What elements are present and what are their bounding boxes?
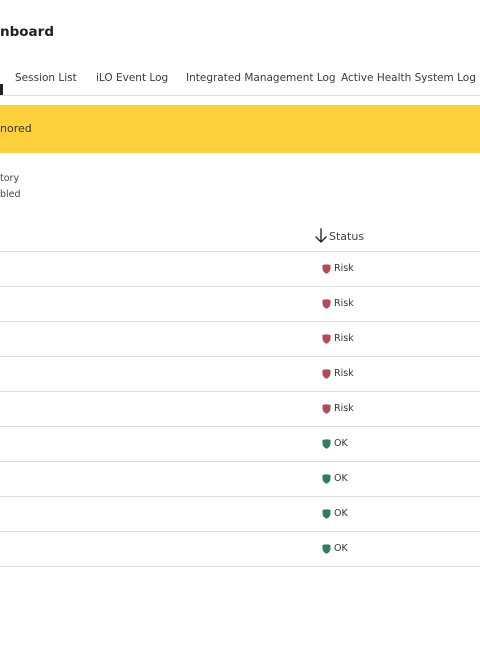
tab-active-health-system-log[interactable]: Active Health System Log bbox=[341, 72, 476, 84]
warning-banner: nored bbox=[0, 105, 480, 153]
tab-ilo-event-log[interactable]: iLO Event Log bbox=[96, 72, 168, 84]
active-tab-indicator bbox=[0, 84, 3, 95]
ok-shield-icon bbox=[322, 439, 331, 449]
info-line-1: tory bbox=[0, 173, 20, 184]
risk-shield-icon bbox=[322, 369, 331, 379]
table-row[interactable]: OK bbox=[0, 532, 480, 567]
risk-shield-icon bbox=[322, 334, 331, 344]
ok-shield-icon bbox=[322, 544, 331, 554]
status-text: OK bbox=[334, 438, 348, 449]
info-line-2: bled bbox=[0, 189, 21, 200]
status-text: Risk bbox=[334, 333, 354, 344]
table-row[interactable]: Risk bbox=[0, 322, 480, 357]
status-text: OK bbox=[334, 508, 348, 519]
tab-integrated-management-log[interactable]: Integrated Management Log bbox=[186, 72, 336, 84]
risk-shield-icon bbox=[322, 404, 331, 414]
sort-descending-icon[interactable] bbox=[314, 228, 328, 244]
table-row[interactable]: OK bbox=[0, 497, 480, 532]
banner-message: nored bbox=[0, 122, 32, 135]
risk-shield-icon bbox=[322, 264, 331, 274]
risk-shield-icon bbox=[322, 299, 331, 309]
tab-bar: Session List iLO Event Log Integrated Ma… bbox=[0, 64, 480, 96]
status-text: Risk bbox=[334, 403, 354, 414]
table-header: Status bbox=[0, 221, 480, 252]
ok-shield-icon bbox=[322, 509, 331, 519]
page-title: nboard bbox=[0, 24, 54, 40]
table-row[interactable]: OK bbox=[0, 462, 480, 497]
status-column-header[interactable]: Status bbox=[329, 230, 364, 243]
status-text: OK bbox=[334, 543, 348, 554]
table-row[interactable]: Risk bbox=[0, 392, 480, 427]
status-text: Risk bbox=[334, 298, 354, 309]
tab-session-list[interactable]: Session List bbox=[15, 72, 77, 84]
status-text: Risk bbox=[334, 368, 354, 379]
table-row[interactable]: Risk bbox=[0, 287, 480, 322]
table-row[interactable]: Risk bbox=[0, 357, 480, 392]
table-body: Risk Risk Risk Risk Risk OK OK OK OK bbox=[0, 252, 480, 567]
status-text: OK bbox=[334, 473, 348, 484]
table-row[interactable]: OK bbox=[0, 427, 480, 462]
ok-shield-icon bbox=[322, 474, 331, 484]
status-text: Risk bbox=[334, 263, 354, 274]
table-row[interactable]: Risk bbox=[0, 252, 480, 287]
status-table: Status Risk Risk Risk Risk Risk OK OK OK OK bbox=[0, 221, 480, 567]
